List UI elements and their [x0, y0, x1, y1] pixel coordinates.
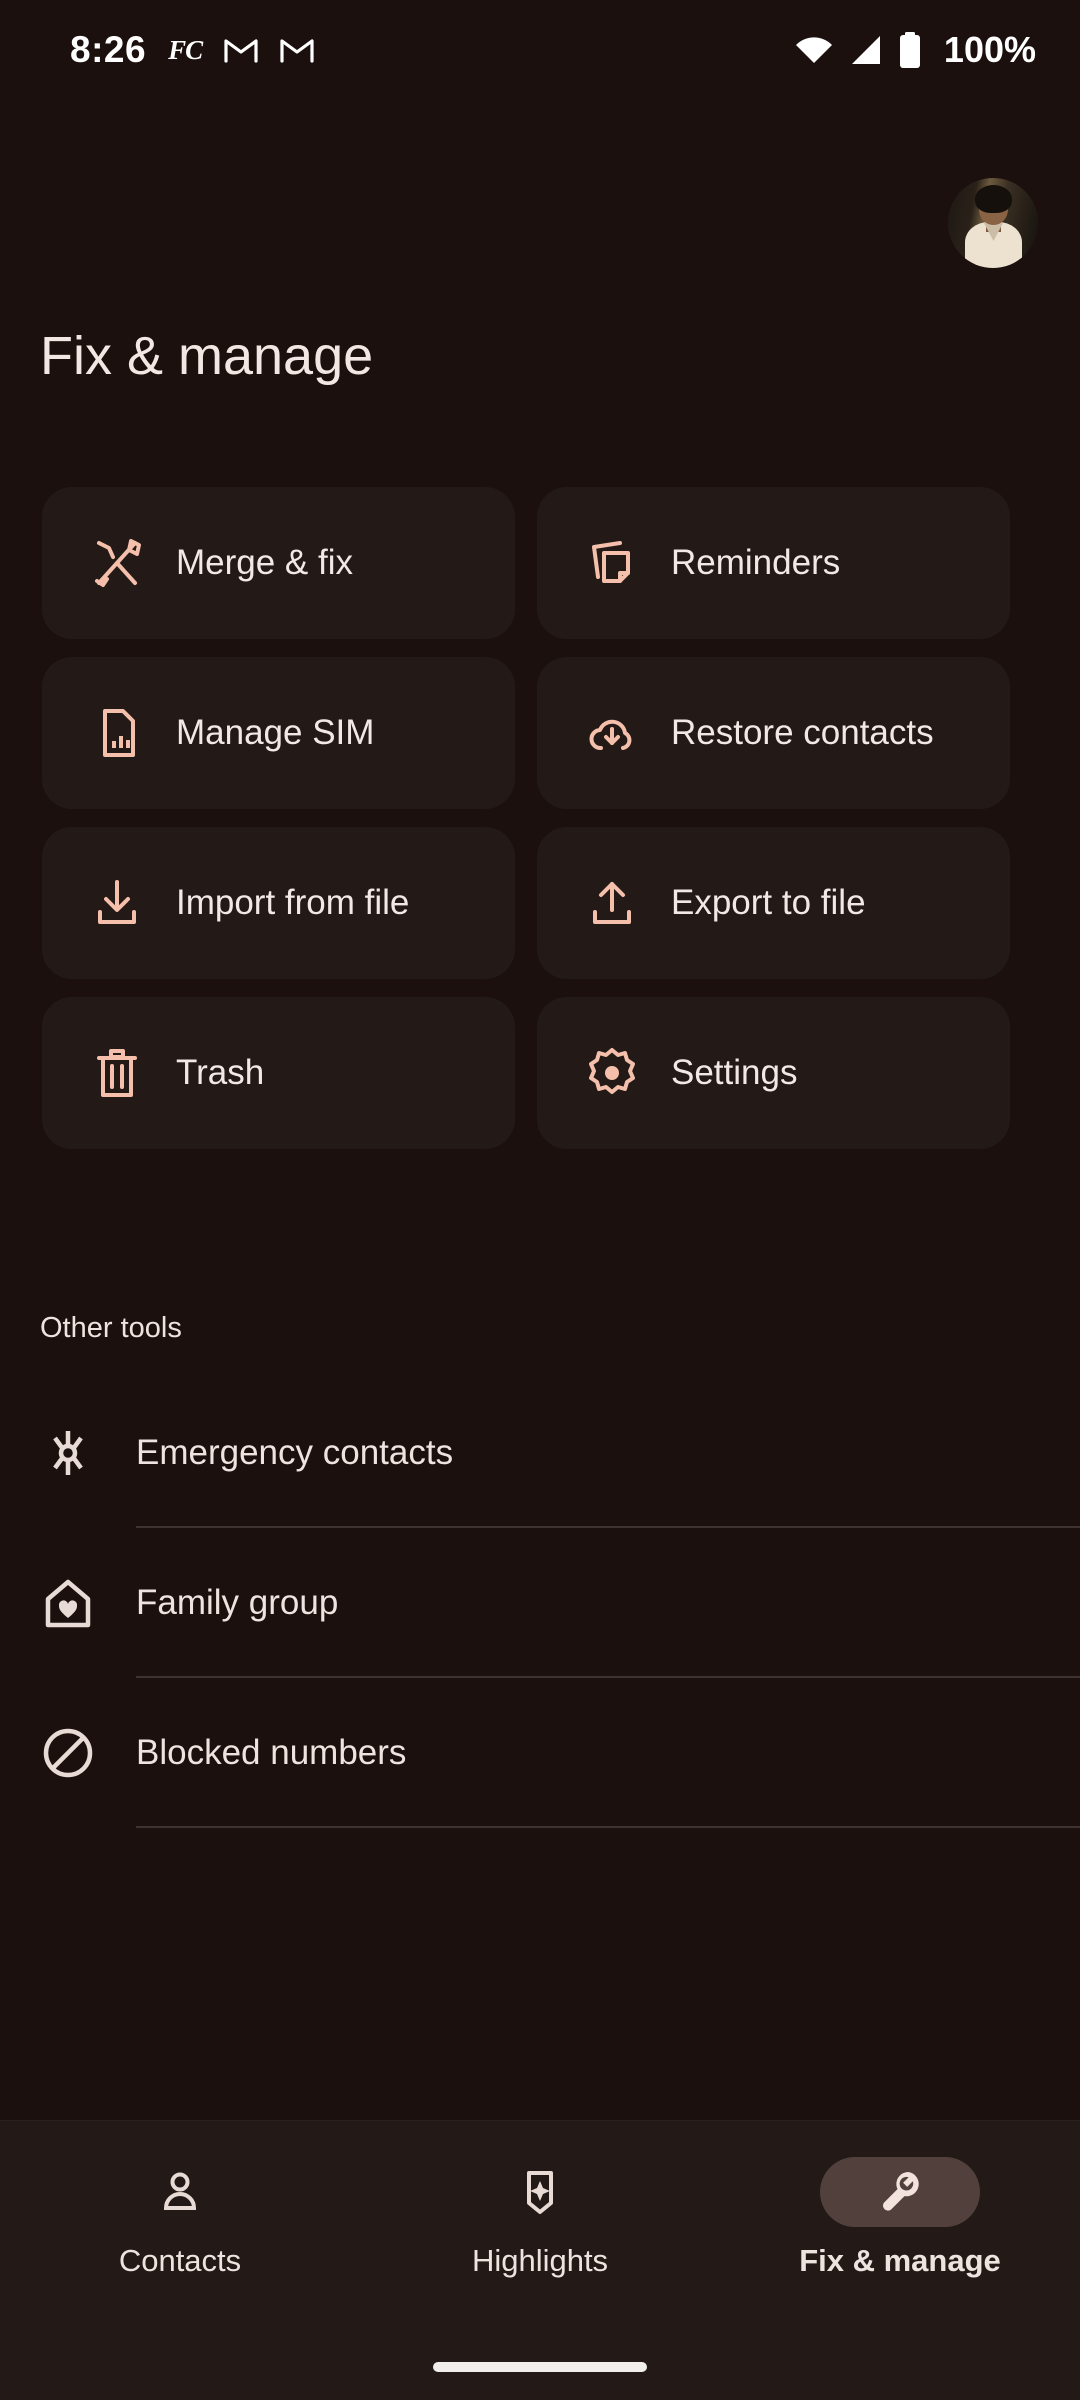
list-divider [136, 1826, 1080, 1828]
tile-manage-sim[interactable]: Manage SIM [42, 657, 515, 809]
tile-export-to-file[interactable]: Export to file [537, 827, 1010, 979]
tile-reminders[interactable]: Reminders [537, 487, 1010, 639]
bottom-navigation-bar: Contacts Highlights Fix & manage [0, 2120, 1080, 2400]
reminders-icon [585, 536, 639, 590]
tile-settings[interactable]: Settings [537, 997, 1010, 1149]
tile-restore-contacts[interactable]: Restore contacts [537, 657, 1010, 809]
status-bar-left: 8:26 FC [70, 29, 314, 71]
tile-merge-and-fix[interactable]: Merge & fix [42, 487, 515, 639]
list-item-label: Blocked numbers [136, 1733, 407, 1772]
nav-pill-highlights[interactable] [460, 2157, 620, 2227]
tile-label: Reminders [671, 543, 841, 582]
trash-icon [90, 1046, 144, 1100]
cellular-signal-icon [848, 34, 884, 66]
star-of-life-icon [40, 1425, 96, 1481]
avatar[interactable] [948, 178, 1038, 268]
tile-label: Export to file [671, 883, 866, 922]
list-item-emergency-contacts[interactable]: Emergency contacts [0, 1378, 1080, 1528]
person-icon [163, 2172, 197, 2210]
nav-label: Fix & manage [799, 2243, 1001, 2278]
gear-icon [585, 1046, 639, 1100]
import-download-icon [90, 876, 144, 930]
tile-trash[interactable]: Trash [42, 997, 515, 1149]
tools-grid: Merge & fix Reminders Manage SIM Restore… [42, 487, 1040, 1149]
other-tools-list: Emergency contacts Family group Blocked … [0, 1378, 1080, 1828]
nav-pill-contacts[interactable] [100, 2157, 260, 2227]
wrench-icon [883, 2171, 919, 2211]
wifi-icon [794, 34, 834, 66]
status-bar: 8:26 FC 100% [0, 0, 1080, 100]
tile-label: Merge & fix [176, 543, 353, 582]
avatar-photo-hair [975, 185, 1012, 213]
account-avatar-button[interactable] [948, 178, 1038, 268]
cloud-download-icon [585, 706, 639, 760]
battery-full-icon [898, 32, 922, 68]
gmail-icon [224, 37, 258, 63]
battery-percent-label: 100% [943, 29, 1036, 70]
nav-label: Contacts [118, 2243, 242, 2278]
gesture-home-indicator[interactable] [433, 2362, 647, 2372]
list-item-label: Family group [136, 1583, 339, 1622]
home-heart-icon [40, 1575, 96, 1631]
list-item-blocked-numbers[interactable]: Blocked numbers [0, 1678, 1080, 1828]
gmail-icon [280, 37, 314, 63]
tile-label: Settings [671, 1053, 798, 1092]
nav-label: Highlights [471, 2243, 609, 2278]
page-title: Fix & manage [40, 326, 374, 386]
tile-import-from-file[interactable]: Import from file [42, 827, 515, 979]
list-item-family-group[interactable]: Family group [0, 1528, 1080, 1678]
export-upload-icon [585, 876, 639, 930]
sparkle-icon [527, 2171, 553, 2214]
tile-label: Import from file [176, 883, 410, 922]
tile-label: Restore contacts [671, 713, 934, 752]
other-tools-heading: Other tools [40, 1312, 182, 1344]
sim-card-icon [90, 706, 144, 760]
nav-pill-fix-and-manage[interactable] [820, 2157, 980, 2227]
nav-item-highlights[interactable]: Highlights [390, 2157, 690, 2279]
block-circle-icon [40, 1725, 96, 1781]
fc-icon: FC [168, 34, 203, 65]
nav-item-contacts[interactable]: Contacts [30, 2157, 330, 2279]
nav-item-fix-and-manage[interactable]: Fix & manage [750, 2157, 1050, 2279]
status-bar-right: 100% [794, 29, 1036, 71]
merge-fix-icon [90, 536, 144, 590]
contacts-fix-and-manage-screen: 8:26 FC 100% Fix & manage Merge & fix Re… [0, 0, 1080, 2400]
tile-label: Trash [176, 1053, 265, 1092]
tile-label: Manage SIM [176, 713, 375, 752]
list-item-label: Emergency contacts [136, 1433, 454, 1472]
status-bar-clock: 8:26 [70, 29, 147, 70]
